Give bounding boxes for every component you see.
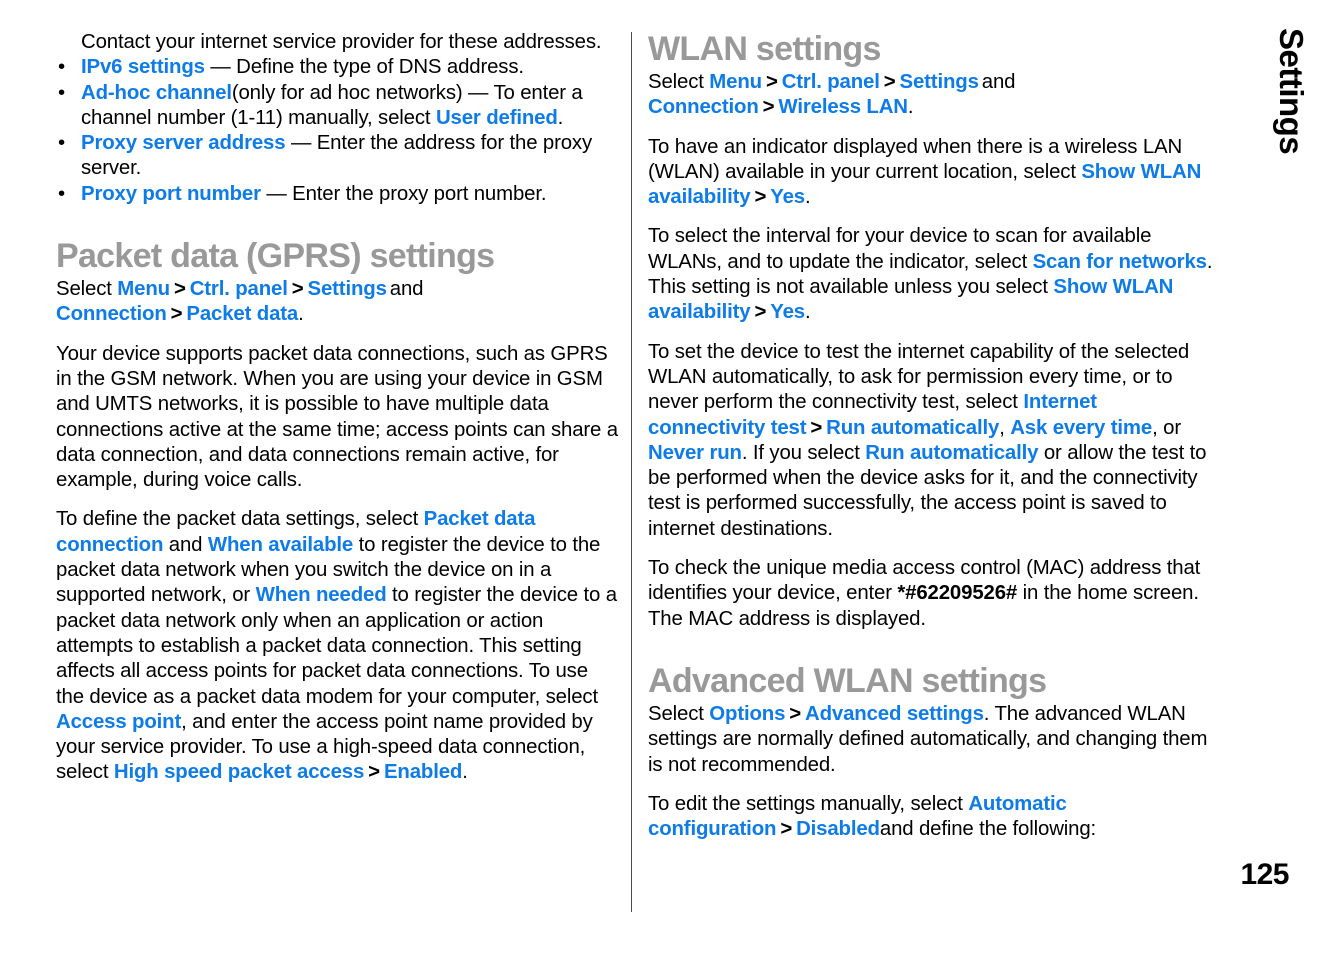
ui-term-wireless-lan[interactable]: Wireless LAN: [778, 96, 908, 118]
list-item: • Proxy port number — Enter the proxy por…: [56, 182, 618, 207]
bullet-dot-icon: •: [58, 182, 65, 205]
ui-term-disabled[interactable]: Disabled: [796, 818, 880, 840]
ui-term-connection[interactable]: Connection: [56, 303, 167, 325]
bullet-dot-icon: •: [58, 132, 65, 155]
ui-term-settings[interactable]: Settings: [308, 278, 390, 300]
bullet-text-tail: .: [557, 106, 564, 129]
ui-term-packet-data[interactable]: Packet data: [186, 303, 298, 325]
ui-term-ad-hoc-channel[interactable]: Ad-hoc channel: [81, 82, 232, 104]
advanced-manual-edit-instructions: To edit the settings manually, select Au…: [648, 792, 1214, 843]
chapter-side-tab-label: Settings: [1273, 28, 1310, 155]
ui-term-never-run[interactable]: Never run: [648, 442, 742, 464]
ui-term-settings[interactable]: Settings: [900, 71, 982, 93]
settings-bullet-list: • IPv6 settings — Define the type of DNS …: [56, 55, 618, 207]
ui-term-options[interactable]: Options: [709, 703, 785, 725]
ui-term-when-needed[interactable]: When needed: [256, 584, 387, 606]
left-column: Contact your internet service provider f…: [56, 30, 618, 800]
select-trailing: .: [907, 96, 914, 119]
text-run: To define the packet data settings, sele…: [56, 508, 424, 531]
ui-term-connection[interactable]: Connection: [648, 96, 759, 118]
column-divider: [631, 32, 632, 912]
select-lead: Select: [56, 278, 118, 301]
packet-data-description: Your device supports packet data connect…: [56, 342, 618, 492]
list-item: • Ad-hoc channel(only for ad hoc networks…: [56, 81, 618, 132]
ui-term-yes[interactable]: Yes: [770, 186, 805, 208]
ui-term-advanced-settings[interactable]: Advanced settings: [805, 703, 984, 725]
ui-term-ipv6-settings[interactable]: IPv6 settings: [81, 56, 205, 78]
select-lead: Select: [648, 71, 710, 93]
bullet-dot-icon: •: [58, 56, 65, 79]
text-run: and define the following:: [879, 818, 1097, 841]
document-page: Contact your internet service provider f…: [0, 0, 1322, 954]
path-separator-icon: >: [780, 818, 793, 841]
path-separator-icon: >: [291, 278, 304, 301]
ui-term-run-automatically[interactable]: Run automatically: [826, 417, 999, 439]
text-run: , or: [1152, 416, 1181, 439]
bullet-text: — Enter the proxy port number.: [260, 182, 547, 205]
path-separator-icon: >: [170, 303, 183, 326]
path-separator-icon: >: [754, 186, 767, 209]
ui-term-ctrl-panel[interactable]: Ctrl. panel: [190, 278, 288, 300]
ui-term-proxy-port-number[interactable]: Proxy port number: [81, 183, 261, 205]
advanced-settings-path: Select Options > Advanced settings. The ad…: [648, 702, 1214, 778]
page-number: 125: [1240, 858, 1289, 891]
heading-wlan-settings: WLAN settings: [648, 30, 881, 68]
select-lead: Select: [648, 702, 710, 725]
path-separator-icon: >: [173, 278, 186, 301]
ui-term-ask-every-time[interactable]: Ask every time: [1010, 417, 1152, 439]
wlan-indicator-instructions: To have an indicator displayed when ther…: [648, 135, 1214, 211]
path-separator-icon: >: [810, 416, 823, 439]
path-separator-icon: >: [765, 71, 778, 93]
wlan-mac-address-instructions: To check the unique media access control…: [648, 556, 1214, 632]
text-run: and: [163, 533, 208, 556]
path-separator-icon: >: [368, 761, 380, 784]
text-run: .: [804, 186, 811, 209]
select-conjunction: and: [981, 71, 1016, 93]
text-run: . If you select: [741, 441, 866, 464]
packet-data-select-path: Select Menu > Ctrl. panel > Settings and Conn…: [56, 277, 618, 328]
ui-term-proxy-server-address[interactable]: Proxy server address: [81, 132, 286, 154]
intro-paragraph: Contact your internet service provider f…: [81, 31, 602, 53]
wlan-scan-interval-instructions: To select the interval for your device t…: [648, 224, 1214, 325]
mac-address-code: *#62209526#: [897, 582, 1018, 605]
path-separator-icon: >: [754, 301, 767, 324]
ui-term-enabled[interactable]: Enabled: [384, 761, 462, 783]
wlan-select-path: Select Menu > Ctrl. panel > Settings and Conn…: [648, 70, 1214, 121]
ui-term-when-available[interactable]: When available: [208, 534, 353, 556]
ui-term-user-defined[interactable]: User defined: [436, 107, 558, 129]
text-run: To set the device to test the internet c…: [648, 340, 1190, 414]
ui-term-run-automatically[interactable]: Run automatically: [865, 442, 1038, 464]
ui-term-ctrl-panel[interactable]: Ctrl. panel: [782, 71, 880, 93]
ui-term-yes[interactable]: Yes: [770, 301, 805, 323]
packet-data-settings-instructions: To define the packet data settings, sele…: [56, 507, 618, 785]
path-separator-icon: >: [883, 71, 896, 93]
text-run: .: [462, 761, 468, 784]
ui-term-access-point[interactable]: Access point: [56, 711, 181, 733]
text-run: .: [804, 301, 811, 324]
select-trailing: .: [298, 303, 304, 326]
right-column: WLAN settings Select Menu > Ctrl. panel > Se…: [648, 30, 1214, 856]
ui-term-menu[interactable]: Menu: [709, 71, 762, 93]
path-separator-icon: >: [789, 702, 802, 725]
heading-advanced-wlan-settings: Advanced WLAN settings: [648, 661, 1047, 700]
heading-packet-data-gprs-settings: Packet data (GPRS) settings: [56, 237, 495, 276]
list-item: • Proxy server address — Enter the addres…: [56, 131, 618, 182]
bullet-dot-icon: •: [58, 81, 65, 104]
list-item: • IPv6 settings — Define the type of DNS …: [56, 55, 618, 80]
select-conjunction: and: [389, 278, 424, 301]
wlan-connectivity-test-instructions: To set the device to test the internet c…: [648, 340, 1214, 542]
ui-term-scan-for-networks[interactable]: Scan for networks: [1033, 251, 1207, 273]
chapter-side-tab: Settings: [1266, 28, 1312, 218]
path-separator-icon: >: [762, 96, 775, 119]
bullet-text: — Define the type of DNS address.: [204, 56, 524, 79]
text-run: ,: [999, 416, 1011, 439]
text-run: To edit the settings manually, select: [648, 792, 969, 815]
ui-term-high-speed-packet-access[interactable]: High speed packet access: [114, 761, 364, 783]
ui-term-menu[interactable]: Menu: [117, 278, 170, 300]
